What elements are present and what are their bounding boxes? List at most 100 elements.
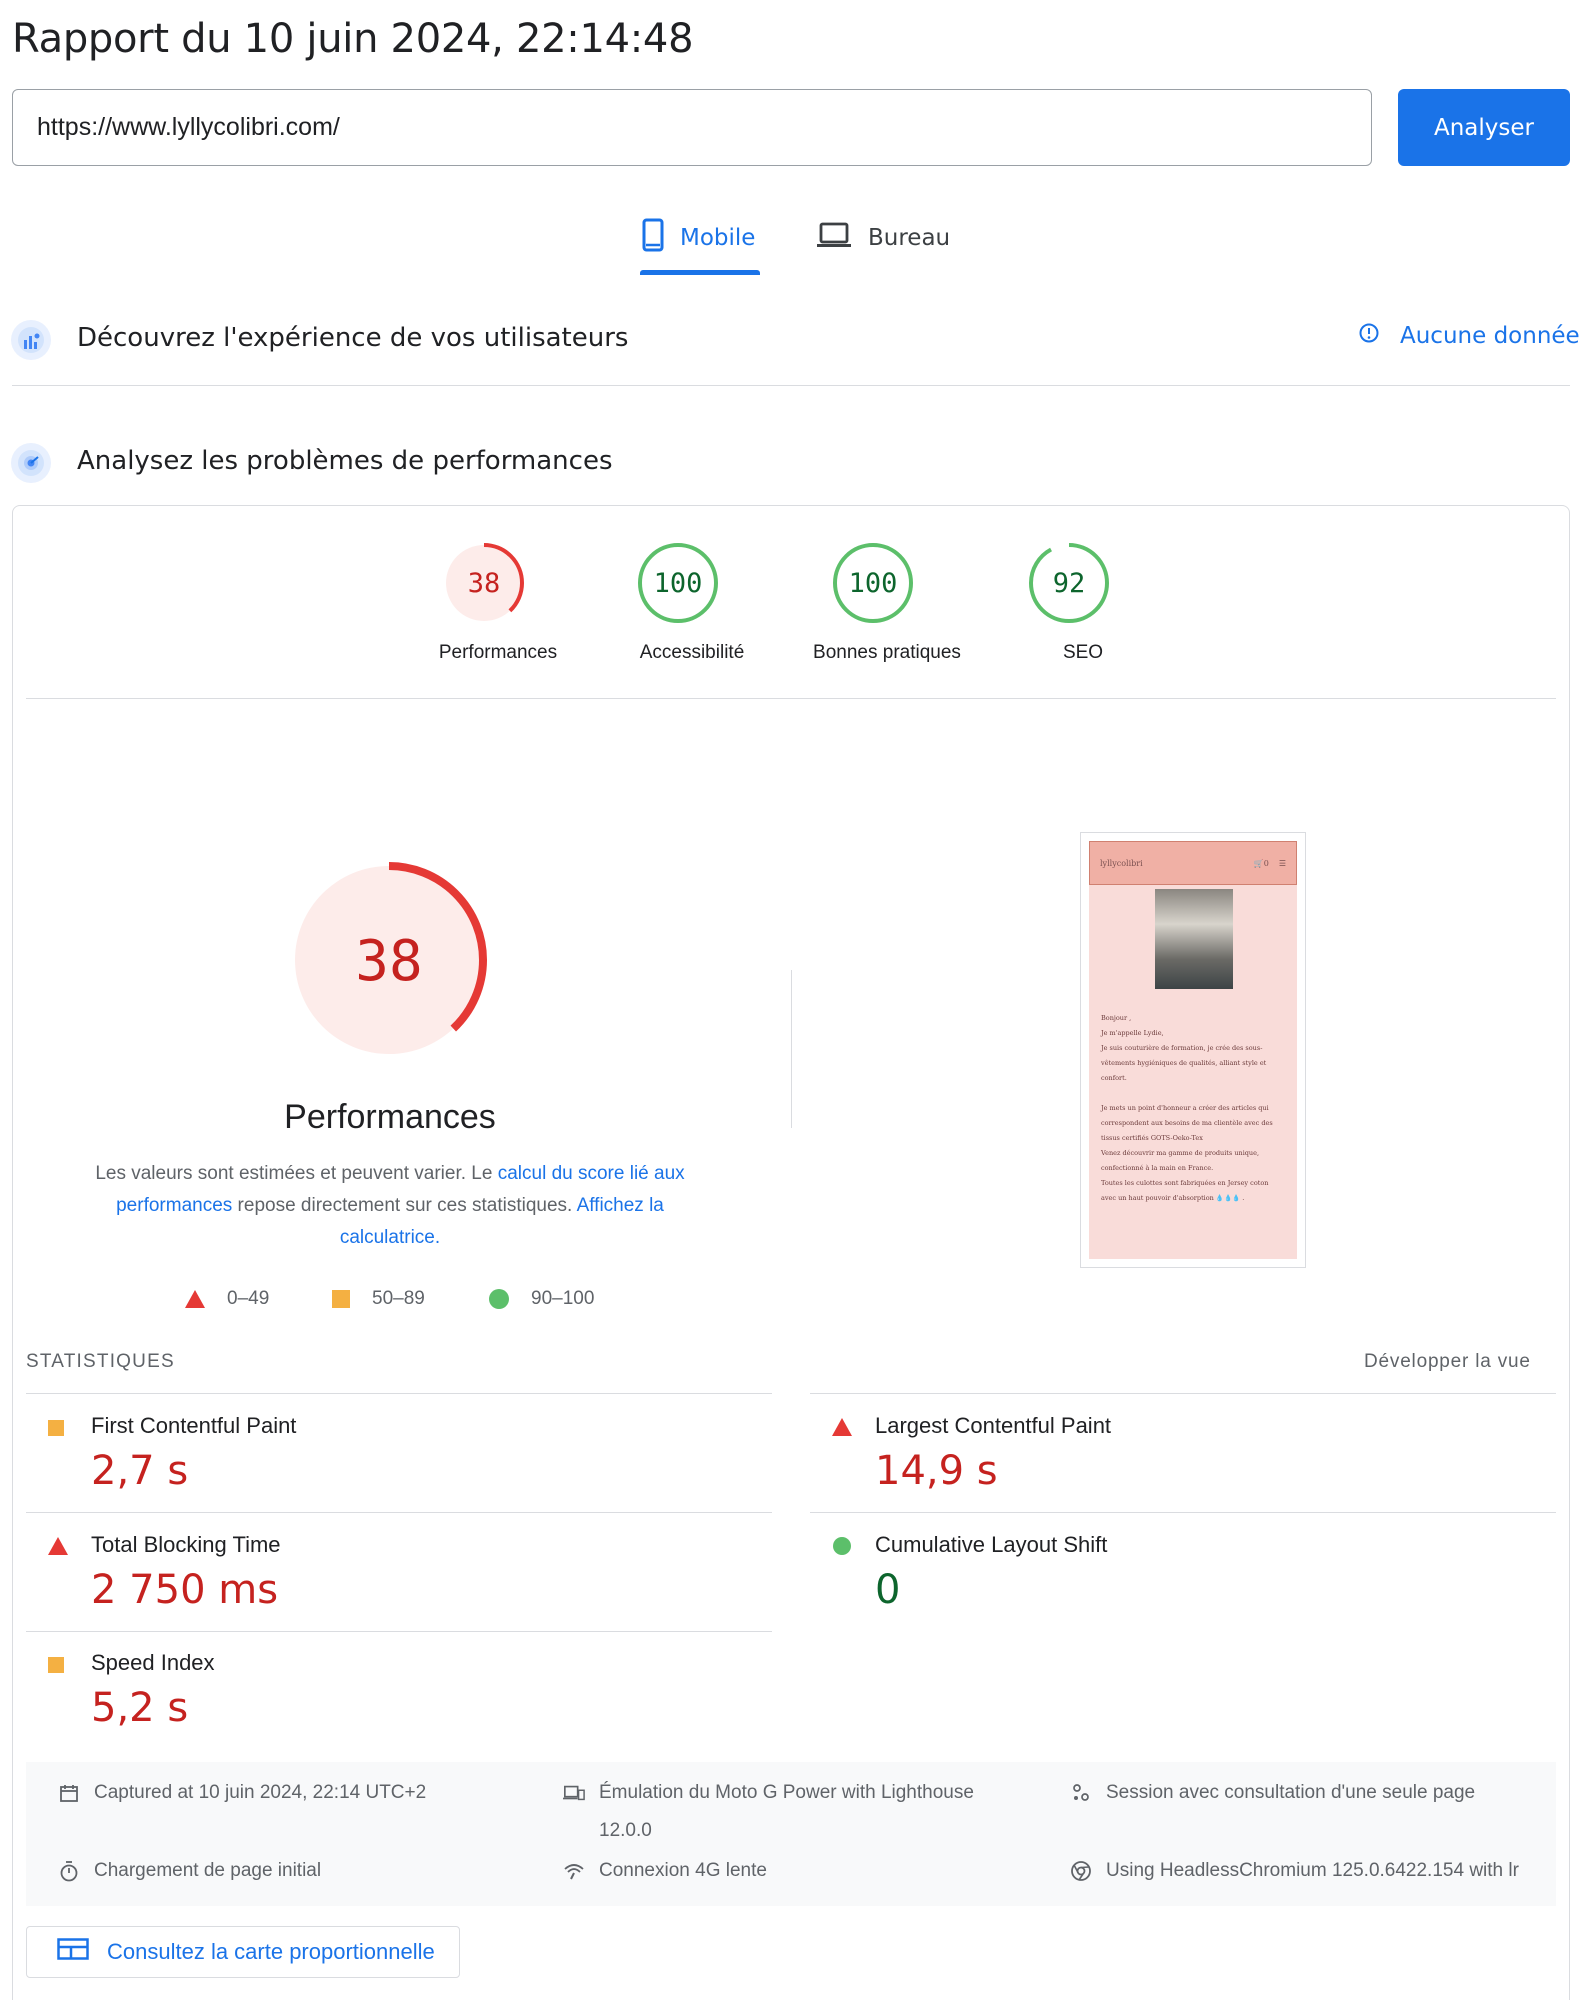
chrome-icon xyxy=(1070,1860,1092,1882)
treemap-button[interactable]: Consultez la carte proportionnelle xyxy=(26,1926,460,1978)
legend-pass-label: 90–100 xyxy=(531,1288,595,1309)
thumbnail-line: vêtements hygiéniques de qualités, allia… xyxy=(1101,1059,1267,1067)
gauges-divider xyxy=(26,698,1556,699)
env-captured: Captured at 10 juin 2024, 22:14 UTC+2 xyxy=(58,1774,426,1812)
no-data-label: Aucune donnée xyxy=(1400,323,1580,349)
desc-text-2: repose directement sur ces statistiques. xyxy=(232,1195,577,1216)
metric-divider xyxy=(26,1393,772,1394)
timer-icon xyxy=(58,1860,80,1882)
gauge-seo[interactable]: 92 xyxy=(1028,542,1110,629)
thumbnail-line: Venez découvrir ma gamme de produits uni… xyxy=(1101,1149,1260,1157)
performance-gauge: 38 xyxy=(289,860,489,1065)
legend-fail: 0–49 xyxy=(185,1288,269,1310)
gauge-best-practices-score: 100 xyxy=(849,568,898,599)
thumbnail-line: tissus certifiés GOTS-Oeko-Tex xyxy=(1101,1134,1203,1142)
average-square-icon xyxy=(48,1657,64,1673)
average-square-icon xyxy=(48,1420,64,1436)
network-icon xyxy=(563,1860,585,1882)
tab-desktop-label: Bureau xyxy=(868,225,951,251)
devices-icon xyxy=(563,1782,585,1804)
metric-fcp-value: 2,7 s xyxy=(91,1448,189,1494)
env-emulation-version: 12.0.0 xyxy=(599,1820,652,1841)
section-divider xyxy=(12,385,1570,386)
legend-fail-label: 0–49 xyxy=(227,1288,270,1309)
treemap-label: Consultez la carte proportionnelle xyxy=(107,1939,435,1964)
info-icon xyxy=(1358,322,1380,350)
gauge-performance-score: 38 xyxy=(468,568,501,599)
metric-si-value: 5,2 s xyxy=(91,1685,189,1731)
legend-average: 50–89 xyxy=(332,1288,425,1310)
metric-cls-value: 0 xyxy=(875,1567,901,1613)
gauge-accessibility[interactable]: 100 xyxy=(637,542,719,629)
performance-description: Les valeurs sont estimées et peuvent var… xyxy=(80,1158,700,1254)
pass-circle-icon xyxy=(833,1537,851,1555)
lab-icon xyxy=(11,443,51,483)
session-icon xyxy=(1070,1782,1092,1804)
env-emulation-text: Émulation du Moto G Power with Lighthous… xyxy=(599,1782,974,1803)
env-session: Session avec consultation d'une seule pa… xyxy=(1070,1774,1475,1812)
pass-circle-icon xyxy=(489,1289,509,1309)
gauge-seo-label: SEO xyxy=(1062,642,1104,663)
thumbnail-photo xyxy=(1155,889,1233,989)
report-title: Rapport du 10 juin 2024, 22:14:48 xyxy=(12,16,694,62)
url-input[interactable] xyxy=(12,89,1372,166)
cart-icon: 🛒0 xyxy=(1253,858,1269,868)
thumbnail-line: Je mets un point d'honneur a créer des a… xyxy=(1101,1104,1269,1112)
thumbnail-site-name: lyllycolibri xyxy=(1100,858,1143,868)
env-network-text: Connexion 4G lente xyxy=(599,1860,767,1881)
average-square-icon xyxy=(332,1290,350,1308)
legend-pass: 90–100 xyxy=(489,1288,594,1310)
gauge-performance[interactable]: 38 xyxy=(443,542,525,629)
desc-text-1: Les valeurs sont estimées et peuvent var… xyxy=(95,1163,498,1184)
analyze-button[interactable]: Analyser xyxy=(1398,89,1570,166)
laptop-icon xyxy=(816,221,852,255)
thumbnail-line: correspondent aux besoins de ma clientèl… xyxy=(1101,1119,1273,1127)
expand-view-toggle[interactable]: Développer la vue xyxy=(1364,1351,1531,1373)
env-load: Chargement de page initial xyxy=(58,1852,321,1890)
thumbnail-header: lyllycolibri 🛒0 ☰ xyxy=(1089,841,1297,885)
gauge-best-practices[interactable]: 100 xyxy=(832,542,914,629)
performance-score: 38 xyxy=(355,929,422,994)
phone-icon xyxy=(642,218,664,258)
gauge-accessibility-label: Accessibilité xyxy=(639,642,745,663)
env-browser-text: Using HeadlessChromium 125.0.6422.154 wi… xyxy=(1106,1860,1519,1881)
thumbnail-line: Bonjour , xyxy=(1101,1014,1132,1022)
legend-average-label: 50–89 xyxy=(372,1288,425,1309)
thumbnail-line xyxy=(1101,1086,1291,1101)
metric-fcp-label: First Contentful Paint xyxy=(91,1413,297,1438)
env-browser: Using HeadlessChromium 125.0.6422.154 wi… xyxy=(1070,1852,1519,1890)
cart-count: 0 xyxy=(1263,858,1269,868)
metric-cls-label: Cumulative Layout Shift xyxy=(875,1532,1108,1557)
tab-mobile-label: Mobile xyxy=(680,225,756,251)
gauge-seo-score: 92 xyxy=(1053,568,1086,599)
thumbnail-line: confectionné à la main en France. xyxy=(1101,1164,1214,1172)
metric-si-label: Speed Index xyxy=(91,1650,215,1675)
field-section-title: Découvrez l'expérience de vos utilisateu… xyxy=(77,323,629,353)
tab-mobile[interactable]: Mobile xyxy=(642,215,755,261)
env-load-text: Chargement de page initial xyxy=(94,1860,322,1881)
env-session-text: Session avec consultation d'une seule pa… xyxy=(1106,1782,1476,1803)
performance-title: Performances xyxy=(284,1098,496,1136)
metric-tbt-value: 2 750 ms xyxy=(91,1567,279,1613)
metric-divider xyxy=(810,1393,1556,1394)
thumbnail-line: confort. xyxy=(1101,1074,1127,1082)
gauge-best-practices-label: Bonnes pratiques xyxy=(813,642,961,663)
tab-desktop[interactable]: Bureau xyxy=(816,215,950,261)
fail-triangle-icon xyxy=(832,1418,852,1436)
env-emulation: Émulation du Moto G Power with Lighthous… xyxy=(563,1774,974,1850)
fail-triangle-icon xyxy=(48,1537,68,1555)
page-screenshot-thumbnail[interactable]: lyllycolibri 🛒0 ☰ Bonjour , Je m'appelle … xyxy=(1080,832,1306,1268)
metric-tbt-label: Total Blocking Time xyxy=(91,1532,281,1557)
menu-icon: ☰ xyxy=(1278,858,1286,868)
stats-header: STATISTIQUES xyxy=(26,1351,175,1372)
vertical-divider xyxy=(791,970,792,1128)
thumbnail-line: Je suis couturière de formation, je crée… xyxy=(1101,1044,1263,1052)
fail-triangle-icon xyxy=(185,1290,205,1308)
metric-lcp-label: Largest Contentful Paint xyxy=(875,1413,1112,1438)
calendar-icon xyxy=(58,1782,80,1804)
gauge-performance-label: Performances xyxy=(438,642,558,663)
metric-divider xyxy=(26,1512,772,1513)
thumbnail-line: avec un haut pouvoir d'absorption 💧💧💧 . xyxy=(1101,1194,1245,1202)
metric-lcp-value: 14,9 s xyxy=(875,1448,998,1494)
no-data-status[interactable]: Aucune donnée xyxy=(1358,322,1580,350)
